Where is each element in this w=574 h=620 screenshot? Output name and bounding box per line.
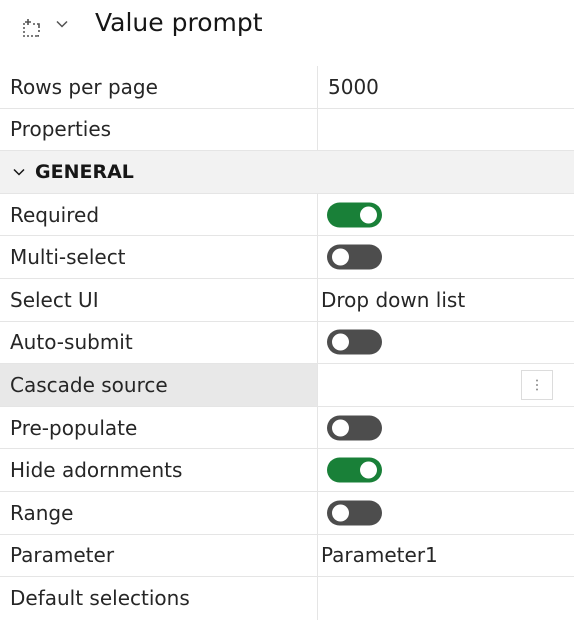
chevron-down-icon[interactable] [55,17,69,31]
required-toggle[interactable] [327,202,382,228]
toggle-knob [360,461,377,479]
toggle-knob [360,206,377,224]
section-general-header[interactable]: GENERAL [0,151,574,194]
property-label: Auto-submit [10,330,133,355]
pre-populate-toggle[interactable] [327,415,382,441]
select-ui-field[interactable]: Drop down list [321,279,465,321]
property-label: Hide adornments [10,458,183,483]
column-divider [317,236,318,278]
toggle-knob [332,419,349,437]
property-label: Pre-populate [10,415,138,440]
property-row-hide-adornments: Hide adornments [0,449,574,492]
page-title: Value prompt [95,8,263,37]
column-divider [317,193,318,236]
property-row-pre-populate: Pre-populate [0,406,574,450]
property-row-default-selections: Default selections [0,577,574,620]
property-row-parameter: Parameter Parameter1 [0,534,574,578]
property-row-range: Range [0,491,574,535]
column-divider [317,534,318,577]
property-label: Properties [10,117,112,142]
column-divider [317,66,318,108]
section-label: GENERAL [10,151,310,193]
property-label: Multi-select [10,245,126,270]
cascade-source-more-button[interactable] [521,369,553,400]
property-row-required: Required [0,193,574,237]
property-row-multi-select: Multi-select [0,236,574,279]
property-label: Required [10,202,100,227]
property-label: Select UI [10,287,99,312]
toggle-knob [332,248,349,266]
toggle-knob [332,333,349,351]
property-row-select-ui: Select UI Drop down list [0,278,574,322]
property-label: Cascade source [10,372,168,397]
column-divider [317,108,318,151]
hide-adornments-toggle[interactable] [327,457,382,483]
overflow-menu-vertical-icon [536,379,538,391]
panel-header: Value prompt [0,0,574,50]
property-label: Range [10,500,74,525]
dashed-selection-icon[interactable] [19,16,43,40]
chevron-down-icon [13,168,25,176]
section-title: GENERAL [35,160,134,183]
properties-grid: Rows per page 5000 Properties GENERAL Re… [0,66,574,620]
toggle-knob [332,504,349,522]
column-divider [317,278,318,321]
rows-per-page-field[interactable]: 5000 [328,66,379,108]
range-toggle[interactable] [327,500,382,526]
property-row-rows-per-page: Rows per page 5000 [0,66,574,109]
auto-submit-toggle[interactable] [327,329,382,355]
column-divider [317,577,318,620]
property-row-properties: Properties [0,108,574,152]
column-divider [317,321,318,364]
column-divider [317,406,318,449]
column-divider [317,364,318,406]
column-divider [317,491,318,534]
property-row-auto-submit: Auto-submit [0,321,574,365]
parameter-field[interactable]: Parameter1 [321,535,438,577]
property-label: Default selections [10,586,190,611]
multi-select-toggle[interactable] [327,244,382,270]
property-label: Rows per page [10,74,158,99]
property-row-cascade-source: Cascade source [0,364,574,407]
property-label: Parameter [10,543,115,568]
column-divider [317,449,318,491]
